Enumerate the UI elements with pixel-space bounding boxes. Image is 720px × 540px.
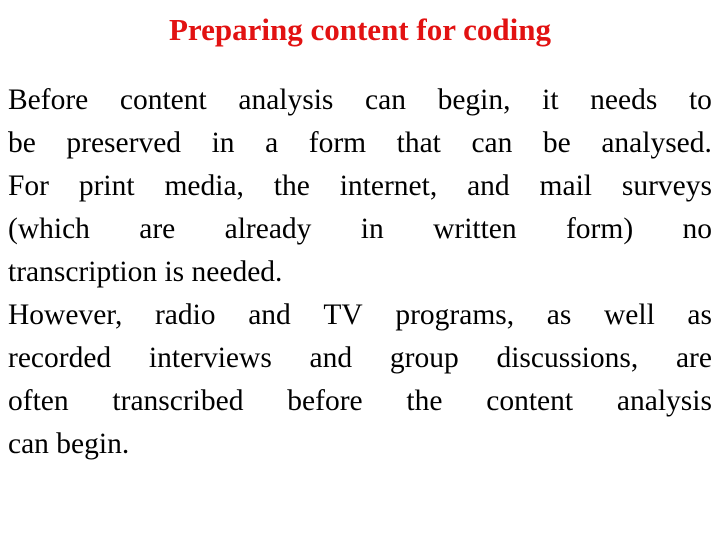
text-word: form) — [565, 213, 634, 245]
text-line: be preserved in a form that can be analysed. — [8, 122, 712, 165]
text-word: and — [467, 170, 510, 202]
text-word: analysed. — [601, 127, 712, 159]
text-word: well — [603, 299, 655, 331]
text-word: begin, — [437, 84, 511, 116]
text-word: to — [688, 84, 712, 116]
text-line: can begin. — [8, 428, 130, 460]
text-word: as — [687, 299, 712, 331]
text-word: before — [287, 385, 363, 417]
text-word: radio — [154, 299, 216, 331]
text-word: print — [78, 170, 135, 202]
text-word: discussions, — [496, 342, 639, 374]
text-word: content — [119, 84, 207, 116]
text-word: the — [406, 385, 443, 417]
text-line: For print media, the internet, and mail surveys — [8, 165, 712, 208]
text-word: surveys — [621, 170, 712, 202]
slide-body: Before content analysis can begin, it needs to b… — [8, 79, 712, 466]
text-word: For — [8, 170, 49, 202]
text-word: analysis — [238, 84, 334, 116]
text-word: already — [224, 213, 312, 245]
text-word: often — [8, 385, 69, 417]
text-word: in — [211, 127, 235, 159]
text-line: Before content analysis can begin, it needs to — [8, 79, 712, 122]
text-word: and — [248, 299, 291, 331]
text-word: (which — [8, 213, 90, 245]
presentation-slide: Preparing content for coding Before conte… — [0, 0, 720, 540]
text-word: programs, — [395, 299, 515, 331]
text-word: TV — [323, 299, 363, 331]
text-word: needs — [590, 84, 658, 116]
text-word: no — [682, 213, 713, 245]
text-line: often transcribed before the content analysis — [8, 380, 712, 423]
text-word: internet, — [339, 170, 438, 202]
text-word: and — [309, 342, 353, 374]
text-word: be — [8, 127, 36, 159]
text-line: However, radio and TV programs, as well as — [8, 294, 712, 337]
text-word: are — [139, 213, 176, 245]
text-word: analysis — [616, 385, 712, 417]
text-line: (which are already in written form) no — [8, 208, 712, 251]
paragraph-1: Before content analysis can begin, it needs to b… — [8, 79, 712, 294]
text-word: group — [389, 342, 459, 374]
text-word: transcribed — [112, 385, 244, 417]
text-word: written — [433, 213, 517, 245]
text-line: recorded interviews and group discussions, ar… — [8, 337, 712, 380]
text-word: be — [542, 127, 571, 159]
text-word: as — [546, 299, 572, 331]
slide-title: Preparing content for coding — [168, 12, 552, 47]
text-word: preserved — [66, 127, 182, 159]
text-word: media, — [164, 170, 244, 202]
text-word: interviews — [148, 342, 272, 374]
text-word: are — [675, 342, 712, 374]
text-word: Before — [8, 84, 89, 116]
text-word: content — [486, 385, 574, 417]
text-word: can — [471, 127, 513, 159]
text-word: However, — [8, 299, 123, 331]
text-word: a — [265, 127, 279, 159]
text-word: in — [360, 213, 384, 245]
text-word: mail — [539, 170, 592, 202]
text-word: that — [396, 127, 441, 159]
text-word: it — [542, 84, 559, 116]
text-line: transcription is needed. — [8, 256, 283, 288]
text-word: recorded — [8, 342, 112, 374]
text-word: the — [273, 170, 310, 202]
text-word: form — [308, 127, 367, 159]
paragraph-2: However, radio and TV programs, as well as recor… — [8, 294, 712, 466]
text-word: can — [365, 84, 406, 116]
